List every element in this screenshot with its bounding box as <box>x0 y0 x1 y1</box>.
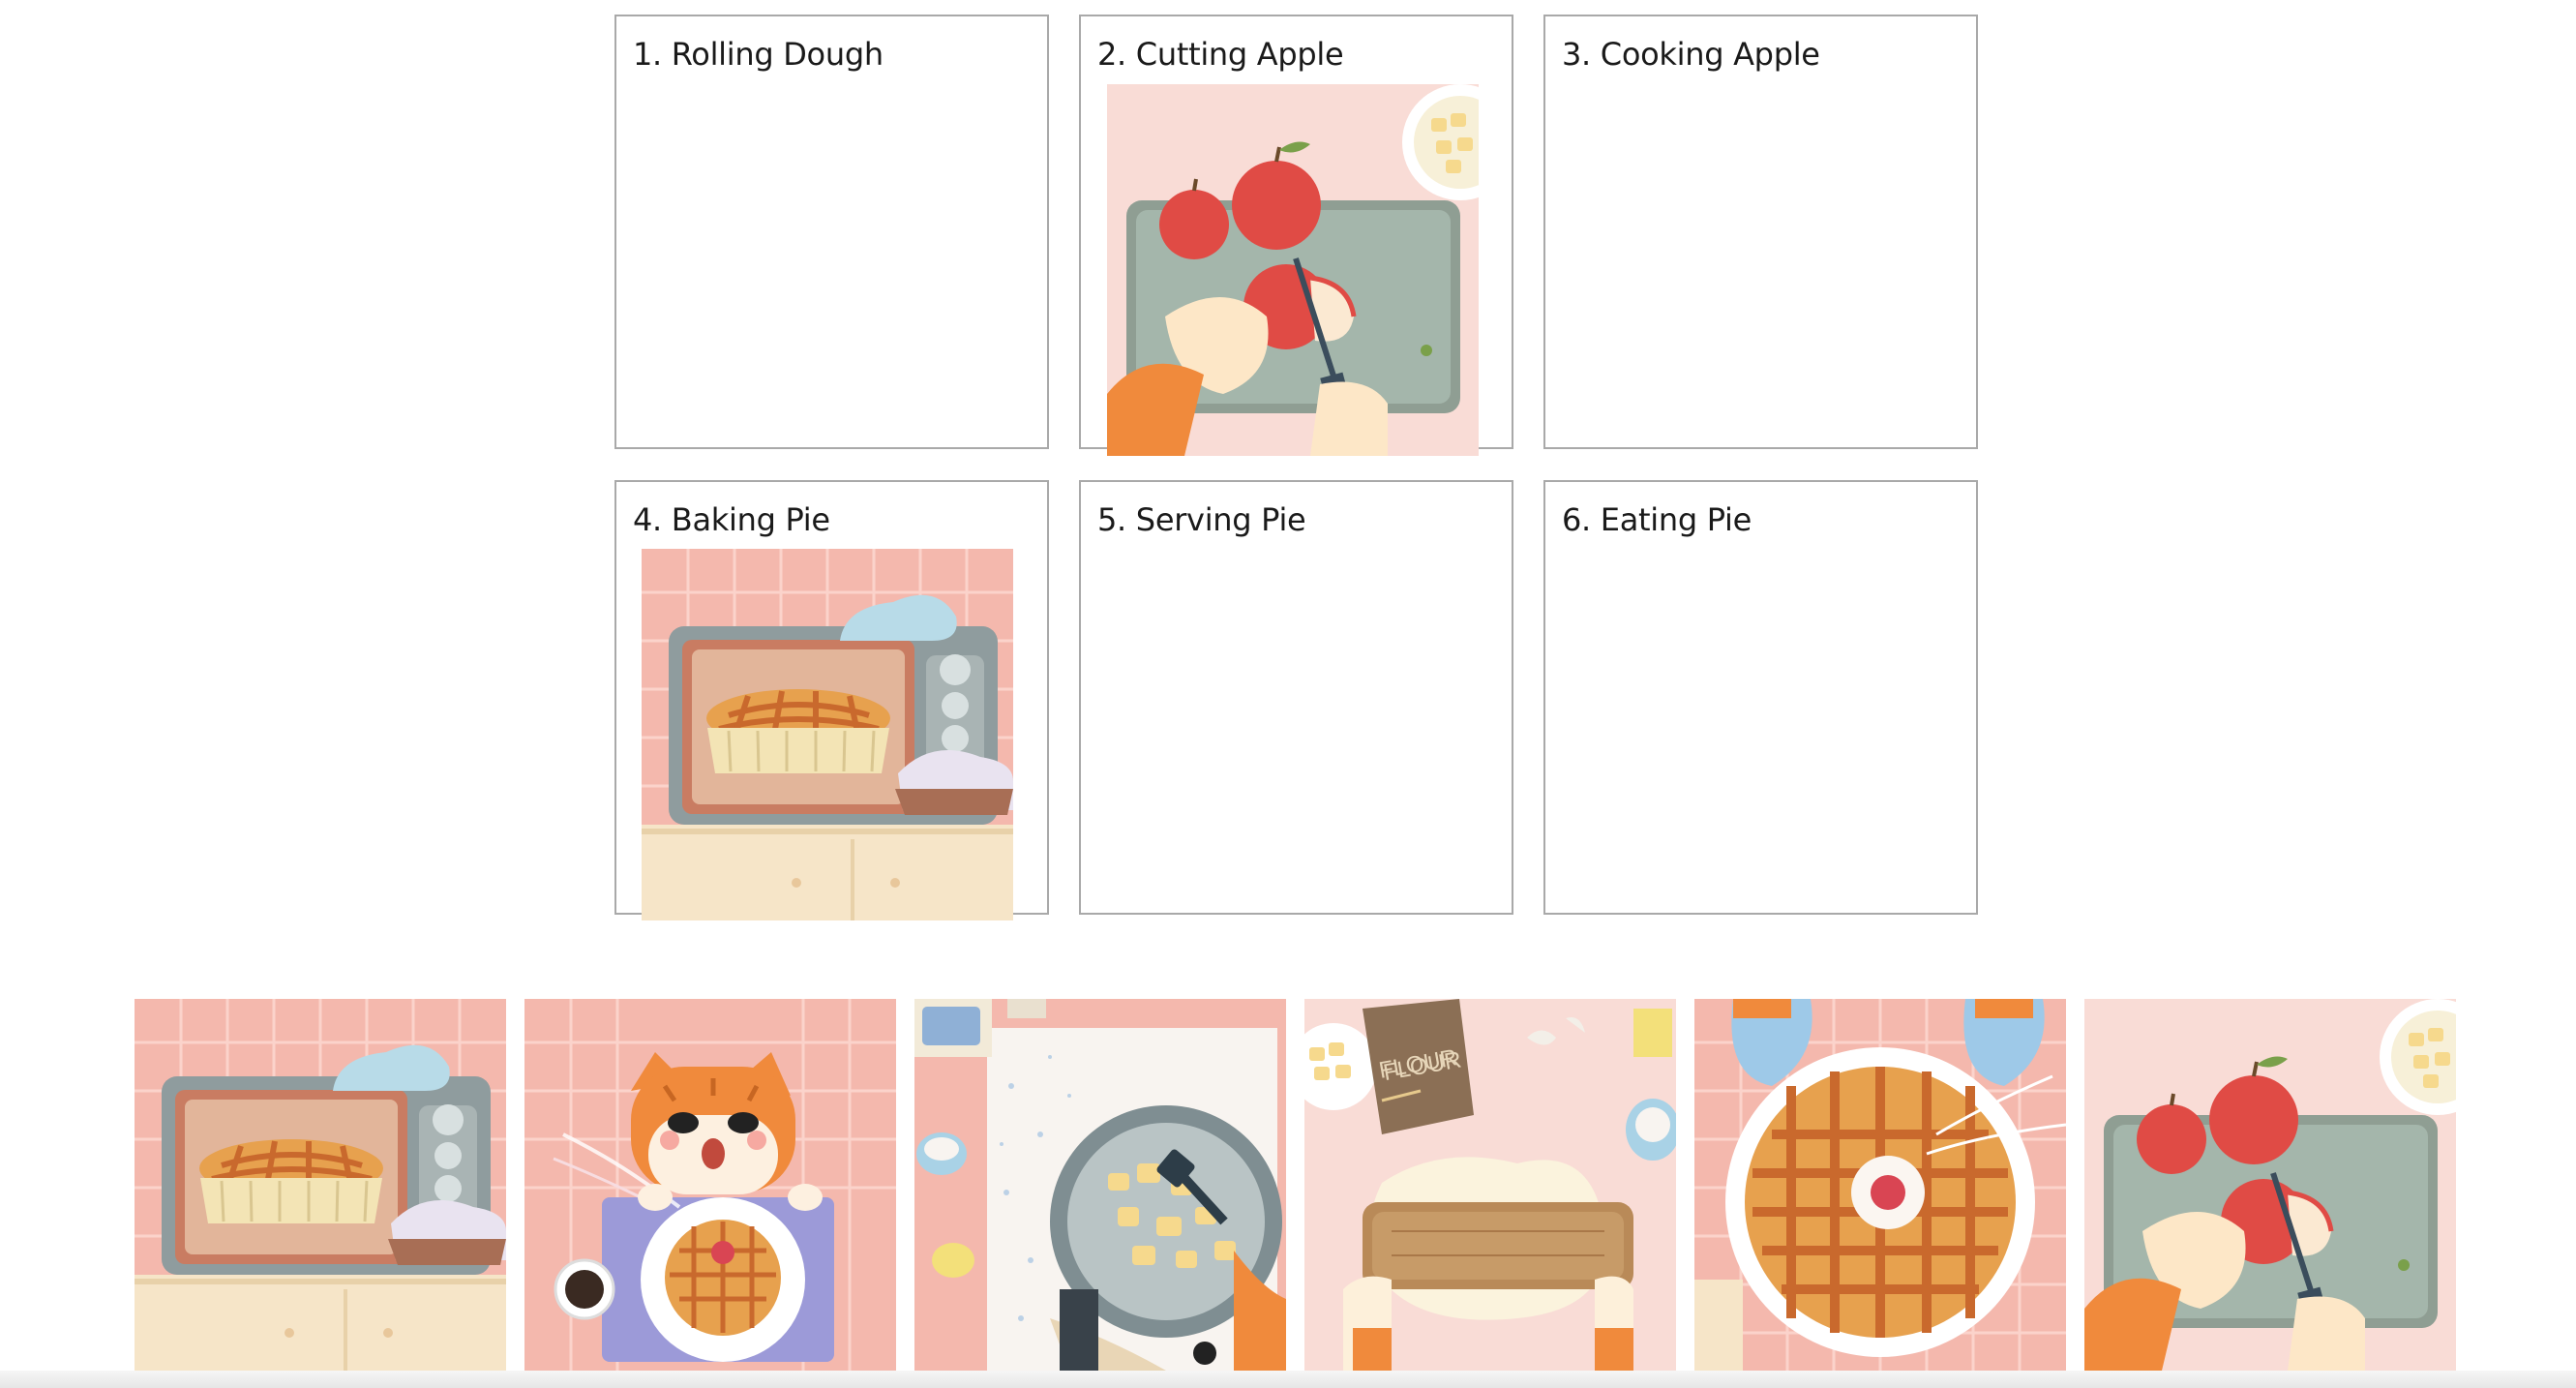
cutting-apple-illustration <box>2084 999 2456 1371</box>
draggable-card-serving[interactable] <box>1694 999 2066 1371</box>
slot-label: 1. Rolling Dough <box>633 36 884 73</box>
draggable-card-rolling[interactable]: FLOUR <box>1304 999 1676 1371</box>
slot-label: 2. Cutting Apple <box>1097 36 1344 73</box>
oven-pie-illustration <box>135 999 506 1371</box>
slot-label: 3. Cooking Apple <box>1562 36 1820 73</box>
cat-eating-pie-illustration <box>524 999 896 1371</box>
draggable-card-cutting[interactable] <box>2084 999 2456 1371</box>
pie-with-oven-mitts-illustration <box>1694 999 2066 1371</box>
slot-5-serving-pie[interactable]: 5. Serving Pie <box>1079 480 1513 915</box>
pan-cooking-apples-illustration <box>914 999 1286 1371</box>
slot-label: 5. Serving Pie <box>1097 501 1306 538</box>
placed-card-cutting-apple[interactable] <box>1107 84 1479 456</box>
slot-3-cooking-apple[interactable]: 3. Cooking Apple <box>1543 15 1978 449</box>
rolling-dough-illustration: FLOUR <box>1304 999 1676 1371</box>
window-bottom-edge <box>0 1371 2576 1388</box>
slot-1-rolling-dough[interactable]: 1. Rolling Dough <box>614 15 1049 449</box>
draggable-card-cooking[interactable] <box>914 999 1286 1371</box>
cutting-apple-illustration <box>1107 84 1479 456</box>
draggable-card-eating[interactable] <box>524 999 896 1371</box>
oven-pie-illustration <box>642 549 1013 920</box>
slot-6-eating-pie[interactable]: 6. Eating Pie <box>1543 480 1978 915</box>
slot-label: 6. Eating Pie <box>1562 501 1752 538</box>
draggable-card-baking[interactable] <box>135 999 506 1371</box>
slot-label: 4. Baking Pie <box>633 501 830 538</box>
placed-card-baking-pie[interactable] <box>642 549 1013 920</box>
